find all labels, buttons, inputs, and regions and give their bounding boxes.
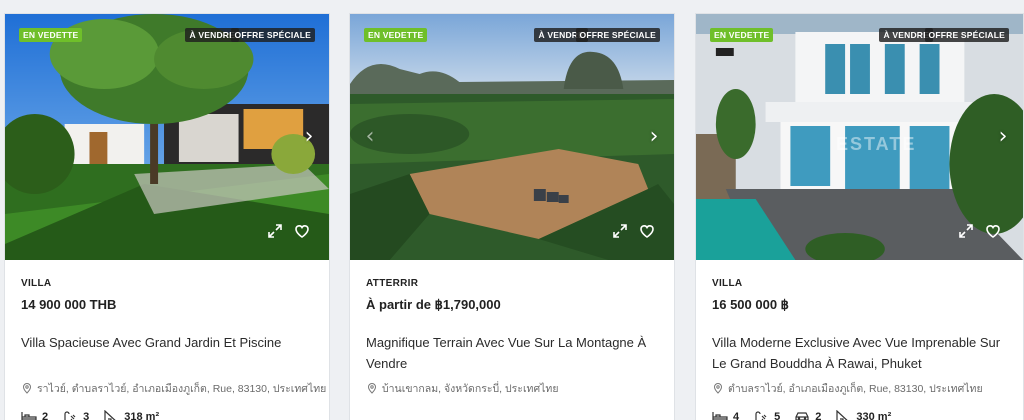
listing-photo[interactable]: EN VEDETTE À VENDRE OFFRE SPÉCIALE ‹ ›: [350, 14, 674, 260]
listing-card[interactable]: ESTATE EN VEDETTE À VENDRE OFFRE SPÉCIAL…: [695, 13, 1024, 420]
price: 16 500 000 ฿: [712, 297, 789, 312]
map-pin-icon: [22, 383, 32, 394]
featured-badge: EN VEDETTE: [364, 28, 428, 43]
bed-icon: [712, 412, 728, 420]
special-offer-badge: OFFRE SPÉCIALE: [575, 28, 660, 43]
bedrooms-count: 2: [42, 411, 49, 420]
featured-badge: EN VEDETTE: [710, 28, 774, 43]
property-type: VILLA: [712, 278, 743, 289]
garage-count: 2: [815, 411, 822, 420]
listing-title[interactable]: Villa Moderne Exclusive Avec Vue Imprena…: [712, 332, 1007, 374]
area-icon: [836, 410, 849, 420]
listing-card[interactable]: EN VEDETTE À VENDRE OFFRE SPÉCIALE ‹ › A…: [349, 13, 675, 420]
bedrooms: 2: [21, 410, 48, 420]
bathrooms-count: 5: [774, 411, 781, 420]
address-text: ตำบลราไวย์, อำเภอเมืองภูเก็ต, Rue, 83130…: [728, 382, 983, 395]
address-text: ราไวย์, ตำบลราไวย์, อำเภอเมืองภูเก็ต, Ru…: [37, 382, 327, 395]
chevron-right-icon[interactable]: ›: [299, 122, 319, 150]
map-pin-icon: [367, 383, 377, 394]
listing-title[interactable]: Villa Spacieuse Avec Grand Jardin Et Pis…: [21, 332, 313, 374]
listing-photo[interactable]: ESTATE EN VEDETTE À VENDRE OFFRE SPÉCIAL…: [696, 14, 1023, 260]
bedrooms-count: 4: [733, 411, 740, 420]
garage: 2: [794, 410, 821, 420]
address-text: บ้านเขากลม, จังหวัดกระบี่, ประเทศไทย: [382, 382, 559, 395]
property-type: VILLA: [21, 278, 52, 289]
heart-icon[interactable]: [638, 222, 656, 240]
property-features: 2 3 318 m²: [21, 408, 313, 420]
garage-icon: [795, 412, 809, 420]
area: 330 m²: [835, 410, 891, 420]
address: ราไวย์, ตำบลราไวย์, อำเภอเมืองภูเก็ต, Ru…: [21, 380, 326, 396]
bathrooms-count: 3: [83, 411, 90, 420]
chevron-left-icon[interactable]: ‹: [360, 122, 380, 150]
address: บ้านเขากลม, จังหวัดกระบี่, ประเทศไทย: [366, 380, 658, 396]
area-icon: [104, 410, 116, 420]
bedrooms: 4: [712, 410, 739, 420]
listing-card[interactable]: EN VEDETTE À VENDRE OFFRE SPÉCIALE › VIL…: [4, 13, 330, 420]
chevron-right-icon[interactable]: ›: [993, 122, 1013, 150]
featured-badge: EN VEDETTE: [19, 28, 83, 43]
expand-icon[interactable]: [611, 222, 629, 240]
area-value: 318 m²: [124, 411, 160, 420]
map-pin-icon: [713, 383, 723, 394]
area-value: 330 m²: [856, 411, 892, 420]
bathrooms: 5: [753, 410, 780, 420]
address: ตำบลราไวย์, อำเภอเมืองภูเก็ต, Rue, 83130…: [712, 380, 1007, 396]
price: 14 900 000 THB: [21, 297, 117, 312]
listing-photo[interactable]: EN VEDETTE À VENDRE OFFRE SPÉCIALE ›: [5, 14, 329, 260]
chevron-right-icon[interactable]: ›: [644, 122, 664, 150]
property-type: ATTERRIR: [366, 278, 419, 289]
expand-icon[interactable]: [266, 222, 284, 240]
special-offer-badge: OFFRE SPÉCIALE: [924, 28, 1009, 43]
heart-icon[interactable]: [984, 222, 1002, 240]
bed-icon: [21, 412, 37, 420]
bathrooms: 3: [62, 410, 89, 420]
heart-icon[interactable]: [293, 222, 311, 240]
expand-icon[interactable]: [957, 222, 975, 240]
property-features: 4 5 2 330 m²: [712, 408, 1007, 420]
area: 318 m²: [103, 410, 159, 420]
listing-title[interactable]: Magnifique Terrain Avec Vue Sur La Monta…: [366, 332, 658, 374]
price: À partir de ฿1,790,000: [366, 297, 501, 312]
bath-icon: [64, 411, 76, 420]
bath-icon: [755, 411, 767, 420]
watermark: ESTATE: [836, 134, 917, 154]
special-offer-badge: OFFRE SPÉCIALE: [230, 28, 315, 43]
